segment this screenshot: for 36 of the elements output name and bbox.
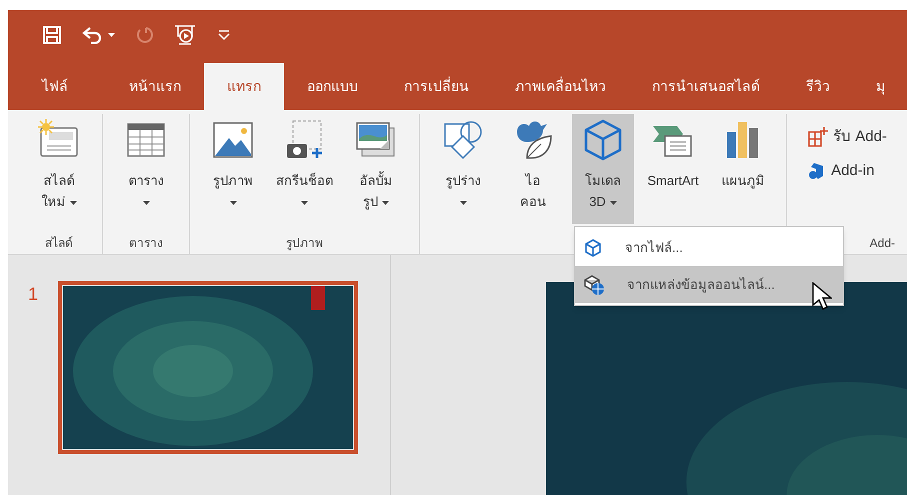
shapes-button[interactable]: รูปร่าง xyxy=(432,114,494,224)
grid-plus-icon xyxy=(807,126,830,148)
caret-icon xyxy=(108,33,115,37)
screenshot-button[interactable]: สกรีนช็อต xyxy=(272,114,337,224)
undo-icon[interactable] xyxy=(82,26,104,44)
group-label: สไลด์ xyxy=(45,235,73,252)
presentation-icon[interactable] xyxy=(173,24,197,46)
smartart-button[interactable]: SmartArt xyxy=(642,114,704,224)
cube-icon xyxy=(583,238,603,258)
new-slide-button[interactable]: สไลด์ ใหม่ xyxy=(28,114,90,224)
group-label: Add- xyxy=(870,235,895,252)
ribbon-tab[interactable]: ไฟล์ xyxy=(8,63,106,110)
customize-icon[interactable] xyxy=(217,29,231,41)
chart-button[interactable]: แผนภูมิ xyxy=(712,114,774,224)
album-button[interactable]: อัลบั้ม รูป xyxy=(345,114,407,224)
menu-item[interactable]: จากแหล่งข้อมูลออนไลน์... xyxy=(575,266,843,303)
ribbon-tab[interactable]: หน้าแรก xyxy=(106,63,204,110)
table-button[interactable]: ตาราง xyxy=(115,114,177,224)
ribbon-tab[interactable]: ภาพเคลื่อนไหว xyxy=(492,63,629,110)
get-addins-button[interactable]: รับ Add- xyxy=(807,122,887,152)
save-icon[interactable] xyxy=(42,25,62,45)
ribbon-tab[interactable]: มุ xyxy=(853,63,907,110)
group-label: รูปภาพ xyxy=(286,235,323,252)
picture-button[interactable]: รูปภาพ xyxy=(202,114,264,224)
ribbon-tab[interactable]: รีวิว xyxy=(783,63,853,110)
my-addins-button[interactable]: Add-in xyxy=(807,156,887,186)
slide-number: 1 xyxy=(27,283,40,306)
cube-globe-icon xyxy=(583,274,605,296)
ribbon-tab[interactable]: การนำเสนอสไลด์ xyxy=(629,63,783,110)
ribbon-tab[interactable]: แทรก xyxy=(204,63,284,110)
ribbon-tab[interactable]: การเปลี่ยน xyxy=(381,63,492,110)
icons-button[interactable]: ไอ คอน xyxy=(502,114,564,224)
ribbon-tab[interactable]: ออกแบบ xyxy=(284,63,381,110)
model3d-button[interactable]: โมเดล 3D xyxy=(572,114,634,224)
group-label: ตาราง xyxy=(129,235,163,252)
menu-item[interactable]: จากไฟล์... xyxy=(575,229,843,266)
